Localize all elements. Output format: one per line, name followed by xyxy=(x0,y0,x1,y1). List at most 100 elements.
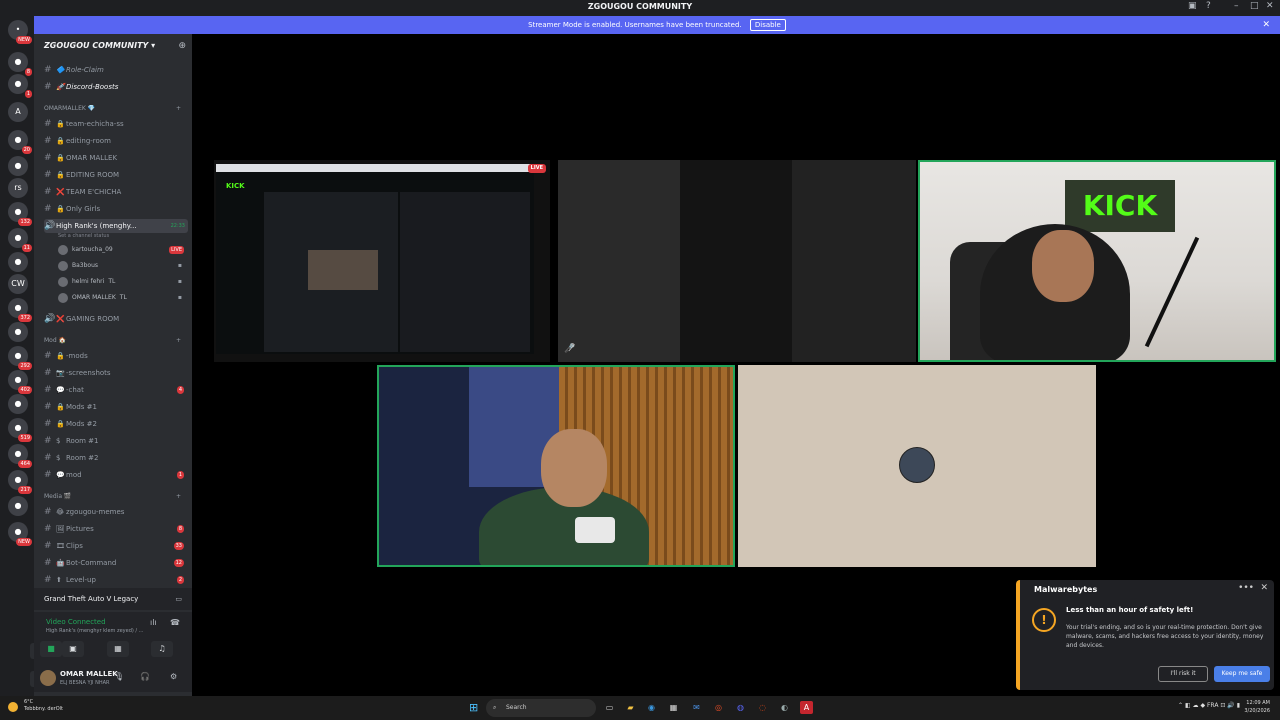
avatar[interactable] xyxy=(40,670,56,686)
clock[interactable]: 12:09 AM 3/20/2026 xyxy=(1244,699,1270,715)
risk-it-button[interactable]: I'll risk it xyxy=(1158,666,1208,682)
server-icon[interactable]: rs xyxy=(8,178,28,198)
weather-widget[interactable]: 6°C Tebbbny. derOlt xyxy=(24,699,63,713)
server-icon[interactable]: ● xyxy=(8,322,28,342)
screenshare-tile[interactable]: KICK LIVE xyxy=(214,160,550,362)
channel-item[interactable]: # 📷-screenshots xyxy=(44,366,188,380)
weather-icon[interactable] xyxy=(8,702,18,712)
help-icon[interactable]: ? xyxy=(1206,1,1211,11)
camera-button[interactable]: ■ xyxy=(40,641,62,657)
server-icon[interactable]: ● xyxy=(8,156,28,176)
soundboard-button[interactable]: ♫ xyxy=(151,641,173,657)
server-icon[interactable]: ● 292 xyxy=(8,346,32,370)
adobe-icon[interactable]: A xyxy=(800,701,813,714)
channel-item[interactable]: # 🖼Pictures 8 xyxy=(44,522,188,536)
voice-user[interactable]: helmi fehri TL ▪ xyxy=(58,275,186,289)
channel-item[interactable]: # 🤖Bot-Command 12 xyxy=(44,556,188,570)
file-explorer-icon[interactable]: ▰ xyxy=(624,701,637,714)
channel-item[interactable]: # 🔒Mods #2 xyxy=(44,417,188,431)
channel-item[interactable]: # ❌TEAM E'CHICHA xyxy=(44,185,188,199)
guild-name[interactable]: ZGOUGOU COMMUNITY ▾ xyxy=(44,41,155,50)
voice-user[interactable]: kartoucha_09 LIVE xyxy=(58,243,186,257)
channel-item[interactable]: # 🔒-mods xyxy=(44,349,188,363)
system-tray[interactable]: ⌃ ◧ ☁ ◆ FRA ⊡ 🔊 ▮ xyxy=(1178,702,1240,709)
channel-item[interactable]: # 🎞Clips 33 xyxy=(44,539,188,553)
disconnect-icon[interactable]: ☎ xyxy=(170,618,180,627)
channel-status-hint[interactable]: Set a channel status xyxy=(58,233,109,239)
channel-item[interactable]: # $ Room #2 xyxy=(44,451,188,465)
channel-item[interactable]: # 😂 zgougou-memes xyxy=(44,505,188,519)
channel-gaming-room[interactable]: 🔊❌GAMING ROOM xyxy=(44,312,188,326)
channel-item[interactable]: # 🔒Only Girls xyxy=(44,202,188,216)
server-icon[interactable]: ● 519 xyxy=(8,418,32,442)
activities-button[interactable]: ▦ xyxy=(107,641,129,657)
inbox-icon[interactable]: ▣ xyxy=(1188,1,1197,11)
server-icon[interactable]: ● NEW xyxy=(8,522,32,546)
server-icon[interactable]: CW xyxy=(8,274,28,294)
task-view-icon[interactable]: ▭ xyxy=(603,701,616,714)
discord-icon[interactable]: ◍ xyxy=(734,701,747,714)
server-icon[interactable]: ● xyxy=(8,252,28,272)
server-icon[interactable]: ● 132 xyxy=(8,202,32,226)
maximize-icon[interactable]: □ xyxy=(1250,1,1259,11)
activity-panel[interactable]: Grand Theft Auto V Legacy ▭ xyxy=(34,588,192,610)
server-icon[interactable]: ● 1 xyxy=(8,74,32,98)
voice-channel-high-ranks[interactable]: 🔊High Rank's (menghy... 22:33 xyxy=(44,219,188,233)
steam-icon[interactable]: ◐ xyxy=(778,701,791,714)
participant-tile[interactable] xyxy=(680,160,792,362)
channel-role-claim[interactable]: # 🔷Role-Claim xyxy=(44,63,188,77)
server-icon[interactable]: ● 402 xyxy=(8,370,32,394)
server-icon[interactable]: A xyxy=(8,102,28,122)
disable-button[interactable]: Disable xyxy=(749,19,786,31)
server-icon[interactable]: ● xyxy=(8,496,28,516)
voice-user[interactable]: Ba3bous ▪ xyxy=(58,259,186,273)
avatar-only-tile[interactable] xyxy=(738,365,1096,567)
voice-user[interactable]: OMAR MALLEK TL ▪ xyxy=(58,291,186,305)
toast-close-icon[interactable]: ✕ xyxy=(1260,583,1268,593)
category-mod[interactable]: Mod 🏠 + xyxy=(44,337,181,344)
banner-close-icon[interactable]: ✕ xyxy=(1262,16,1270,34)
channel-item[interactable]: # 🔒Mods #1 xyxy=(44,400,188,414)
channel-item[interactable]: # 💬-chat 4 xyxy=(44,383,188,397)
server-icon[interactable]: • NEW xyxy=(8,20,32,44)
channel-item[interactable]: # 💬mod 1 xyxy=(44,468,188,482)
minimize-icon[interactable]: – xyxy=(1234,1,1239,11)
language-indicator[interactable]: FRA xyxy=(1207,702,1218,709)
server-icon[interactable]: ● 20 xyxy=(8,130,32,154)
store-icon[interactable]: ▦ xyxy=(667,701,680,714)
windows-start-icon[interactable]: ⊞ xyxy=(469,702,478,714)
channel-item[interactable]: # $ Room #1 xyxy=(44,434,188,448)
server-icon[interactable]: ● 217 xyxy=(8,470,32,494)
close-icon[interactable]: ✕ xyxy=(1266,1,1274,11)
edge-icon[interactable]: ◉ xyxy=(645,701,658,714)
add-channel-icon[interactable]: + xyxy=(176,493,181,500)
opera-icon[interactable]: ◌ xyxy=(756,701,769,714)
category-omarmallek[interactable]: OMARMALLEK 💎 + xyxy=(44,105,181,112)
channel-item[interactable]: # 🔒editing-room xyxy=(44,134,188,148)
invite-icon[interactable]: ⊕ xyxy=(178,41,186,51)
channel-item[interactable]: # ⬆ Level-up 2 xyxy=(44,573,188,587)
server-icon[interactable]: ● 372 xyxy=(8,298,32,322)
participant-tile[interactable] xyxy=(792,160,916,362)
activity-icon[interactable]: ▭ xyxy=(175,588,182,610)
mail-icon[interactable]: ✉ xyxy=(690,701,703,714)
server-icon[interactable]: ● 8 xyxy=(8,52,32,76)
server-icon[interactable]: ● 464 xyxy=(8,444,32,468)
keep-safe-button[interactable]: Keep me safe xyxy=(1214,666,1270,682)
microphone-icon[interactable]: 🎙 xyxy=(114,672,124,681)
channel-item[interactable]: # 🔒EDITING ROOM xyxy=(44,168,188,182)
chrome-icon[interactable]: ◎ xyxy=(712,701,725,714)
screen-share-button[interactable]: ▣ xyxy=(62,641,84,657)
headphones-icon[interactable]: 🎧 xyxy=(140,672,150,681)
webcam-tile-speaking[interactable] xyxy=(377,365,735,567)
voice-status-title[interactable]: Video Connected xyxy=(46,618,106,626)
add-channel-icon[interactable]: + xyxy=(176,337,181,344)
user-name[interactable]: OMAR MALLEK xyxy=(60,670,118,678)
channel-discord-boosts[interactable]: # 🚀Discord-Boosts xyxy=(44,80,188,94)
server-icon[interactable]: ● xyxy=(8,394,28,414)
more-options-icon[interactable]: ••• xyxy=(1238,583,1254,593)
taskbar-search[interactable]: ⌕ Search xyxy=(486,699,596,717)
add-channel-icon[interactable]: + xyxy=(176,105,181,112)
settings-gear-icon[interactable]: ⚙ xyxy=(170,672,177,681)
participant-tile[interactable]: 🎤̸ xyxy=(558,160,680,362)
